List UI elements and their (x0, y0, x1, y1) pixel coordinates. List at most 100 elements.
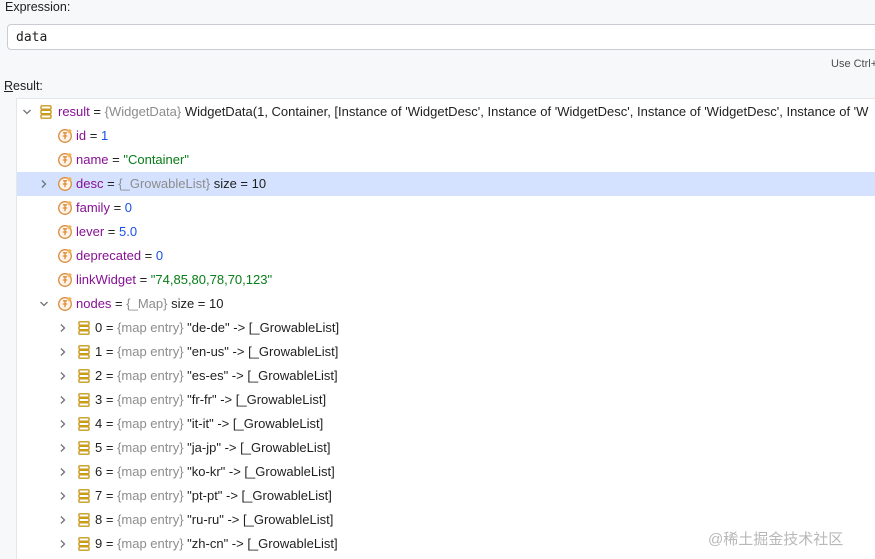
var-value: WidgetData(1, Container, [Instance of 'W… (181, 104, 869, 119)
type-hint: {_Map} (126, 296, 168, 311)
var-name: result (58, 104, 90, 119)
object-stack-icon (76, 464, 92, 480)
tree-row-map-entry-1[interactable]: 1 = {map entry} "en-us" -> [_GrowableLis… (17, 340, 875, 364)
object-stack-icon (76, 488, 92, 504)
type-hint: {map entry} (117, 536, 184, 551)
object-stack-icon (76, 320, 92, 336)
tree-row-desc[interactable]: desc = {_GrowableList} size = 10 (17, 172, 875, 196)
entry-value: "ko-kr" -> [_GrowableList] (183, 464, 335, 479)
var-name: name (76, 152, 109, 167)
result-tree[interactable]: result = {WidgetData} WidgetData(1, Cont… (16, 98, 875, 559)
var-value: size = 10 (167, 296, 224, 311)
type-hint: {map entry} (117, 320, 184, 335)
type-hint: {map entry} (117, 464, 184, 479)
equals: = (111, 296, 127, 311)
object-stack-icon (76, 440, 92, 456)
field-icon (57, 248, 73, 264)
chevron-right-icon[interactable] (56, 345, 70, 359)
tree-row-id[interactable]: id = 1 (17, 124, 875, 148)
tree-row-map-entry-7[interactable]: 7 = {map entry} "pt-pt" -> [_GrowableLis… (17, 484, 875, 508)
equals: = (102, 440, 118, 455)
tree-row-map-entry-6[interactable]: 6 = {map entry} "ko-kr" -> [_GrowableLis… (17, 460, 875, 484)
type-hint: {map entry} (117, 392, 184, 407)
chevron-right-icon[interactable] (56, 321, 70, 335)
equals: = (102, 488, 118, 503)
chevron-right-icon[interactable] (37, 177, 51, 191)
tree-row-map-entry-3[interactable]: 3 = {map entry} "fr-fr" -> [_GrowableLis… (17, 388, 875, 412)
entry-value: "es-es" -> [_GrowableList] (183, 368, 338, 383)
tree-row-nodes[interactable]: nodes = {_Map} size = 10 (17, 292, 875, 316)
row-text: name = "Container" (76, 152, 189, 168)
chevron-right-icon[interactable] (56, 513, 70, 527)
row-text: 2 = {map entry} "es-es" -> [_GrowableLis… (95, 368, 338, 384)
object-stack-icon (76, 368, 92, 384)
row-text: 4 = {map entry} "it-it" -> [_GrowableLis… (95, 416, 323, 432)
equals: = (86, 128, 101, 143)
tree-row-map-entry-4[interactable]: 4 = {map entry} "it-it" -> [_GrowableLis… (17, 412, 875, 436)
expression-input[interactable] (7, 24, 875, 50)
row-text: family = 0 (76, 200, 132, 216)
type-hint: {_GrowableList} (118, 176, 211, 191)
field-icon (57, 296, 73, 312)
row-text: nodes = {_Map} size = 10 (76, 296, 223, 312)
chevron-right-icon[interactable] (56, 489, 70, 503)
tree-row-name[interactable]: name = "Container" (17, 148, 875, 172)
tree-row-linkWidget[interactable]: linkWidget = "74,85,80,78,70,123" (17, 268, 875, 292)
var-value: 0 (124, 200, 133, 215)
row-text: 8 = {map entry} "ru-ru" -> [_GrowableLis… (95, 512, 333, 528)
field-icon (57, 128, 73, 144)
entry-value: "pt-pt" -> [_GrowableList] (183, 488, 332, 503)
var-value: 1 (100, 128, 109, 143)
entry-value: "ru-ru" -> [_GrowableList] (183, 512, 334, 527)
equals: = (102, 416, 118, 431)
row-text: id = 1 (76, 128, 108, 144)
object-stack-icon (76, 392, 92, 408)
equals: = (102, 344, 118, 359)
object-stack-icon (76, 512, 92, 528)
tree-row-deprecated[interactable]: deprecated = 0 (17, 244, 875, 268)
object-stack-icon (76, 536, 92, 552)
tree-row-map-entry-5[interactable]: 5 = {map entry} "ja-jp" -> [_GrowableLis… (17, 436, 875, 460)
chevron-right-icon[interactable] (56, 369, 70, 383)
equals: = (104, 224, 120, 239)
chevron-right-icon[interactable] (56, 537, 70, 551)
chevron-right-icon[interactable] (56, 417, 70, 431)
var-name: deprecated (76, 248, 142, 263)
entry-value: "it-it" -> [_GrowableList] (183, 416, 324, 431)
entry-value: "en-us" -> [_GrowableList] (183, 344, 339, 359)
chevron-right-icon[interactable] (56, 393, 70, 407)
chevron-right-icon[interactable] (56, 441, 70, 455)
var-value: "Container" (123, 152, 189, 167)
var-name: desc (76, 176, 104, 191)
tree-row-lever[interactable]: lever = 5.0 (17, 220, 875, 244)
tree-row-family[interactable]: family = 0 (17, 196, 875, 220)
equals: = (102, 392, 118, 407)
tree-row-map-entry-2[interactable]: 2 = {map entry} "es-es" -> [_GrowableLis… (17, 364, 875, 388)
row-text: lever = 5.0 (76, 224, 137, 240)
row-text: 0 = {map entry} "de-de" -> [_GrowableLis… (95, 320, 339, 336)
var-name: family (76, 200, 110, 215)
row-text: 1 = {map entry} "en-us" -> [_GrowableLis… (95, 344, 338, 360)
chevron-down-icon[interactable] (37, 297, 51, 311)
field-icon (57, 152, 73, 168)
object-stack-icon (76, 416, 92, 432)
entry-value: "fr-fr" -> [_GrowableList] (183, 392, 327, 407)
equals: = (102, 464, 118, 479)
equals: = (102, 512, 118, 527)
row-text: 7 = {map entry} "pt-pt" -> [_GrowableLis… (95, 488, 332, 504)
var-name: linkWidget (76, 272, 136, 287)
row-text: 9 = {map entry} "zh-cn" -> [_GrowableLis… (95, 536, 338, 552)
chevron-right-icon[interactable] (56, 465, 70, 479)
result-label-rest: esult: (13, 79, 43, 93)
var-name: lever (76, 224, 105, 239)
result-label-mnemonic: R (4, 79, 14, 93)
row-text: result = {WidgetData} WidgetData(1, Cont… (58, 104, 868, 120)
tree-row-map-entry-0[interactable]: 0 = {map entry} "de-de" -> [_GrowableLis… (17, 316, 875, 340)
var-value: 0 (155, 248, 164, 263)
row-text: 6 = {map entry} "ko-kr" -> [_GrowableLis… (95, 464, 335, 480)
chevron-down-icon[interactable] (20, 105, 34, 119)
tree-row-result[interactable]: result = {WidgetData} WidgetData(1, Cont… (17, 100, 875, 124)
equals: = (109, 200, 125, 215)
row-text: desc = {_GrowableList} size = 10 (76, 176, 266, 192)
var-name: nodes (76, 296, 112, 311)
